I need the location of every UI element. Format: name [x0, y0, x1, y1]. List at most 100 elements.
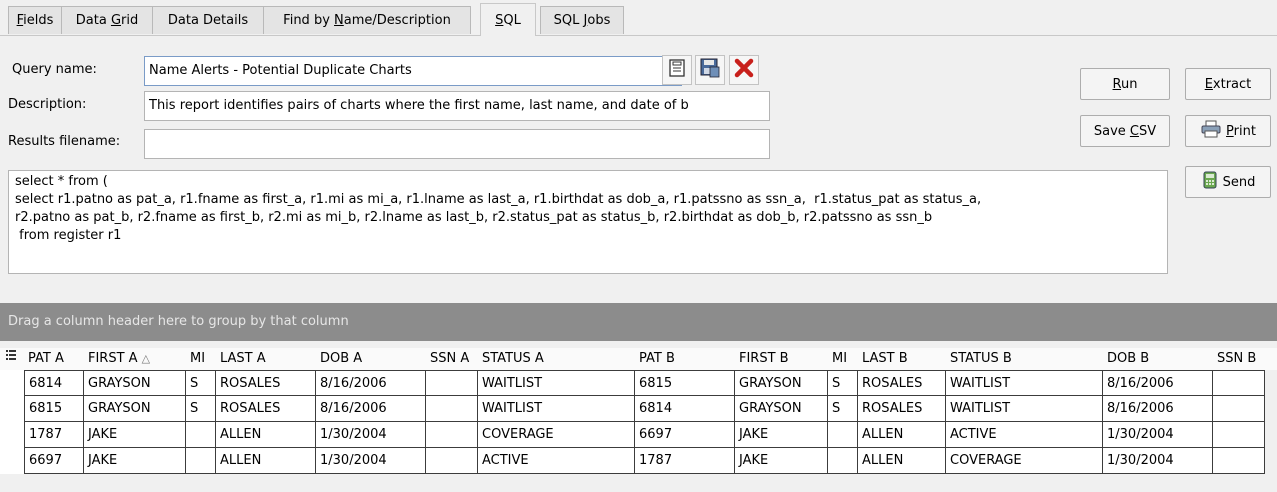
table-cell[interactable]: COVERAGE: [478, 422, 635, 448]
table-cell[interactable]: S: [186, 370, 216, 396]
table-cell[interactable]: 6697: [24, 448, 84, 474]
description-input[interactable]: This report identifies pairs of charts w…: [144, 91, 770, 121]
table-cell[interactable]: WAITLIST: [478, 396, 635, 422]
table-cell[interactable]: GRAYSON: [84, 396, 186, 422]
column-header[interactable]: LAST B: [858, 348, 946, 370]
send-button[interactable]: Send: [1185, 166, 1271, 198]
table-cell[interactable]: [426, 422, 478, 448]
table-cell[interactable]: 6814: [24, 370, 84, 396]
table-cell[interactable]: [1213, 370, 1265, 396]
tab-sql[interactable]: SQL: [480, 3, 536, 36]
table-cell[interactable]: 6815: [24, 396, 84, 422]
table-cell[interactable]: GRAYSON: [84, 370, 186, 396]
table-cell[interactable]: 1/30/2004: [316, 448, 426, 474]
table-cell[interactable]: S: [828, 396, 858, 422]
row-indicator[interactable]: [0, 396, 24, 422]
sql-editor[interactable]: select * from ( select r1.patno as pat_a…: [8, 170, 1168, 274]
button-label: Send: [1222, 174, 1256, 190]
row-indicator[interactable]: [0, 422, 24, 448]
table-cell[interactable]: [1213, 396, 1265, 422]
table-cell[interactable]: [828, 422, 858, 448]
column-chooser-icon[interactable]: [0, 348, 24, 370]
table-row[interactable]: 6815 GRAYSON S ROSALES 8/16/2006 WAITLIST 6814…: [0, 396, 1277, 422]
column-header[interactable]: MI: [828, 348, 858, 370]
results-filename-input[interactable]: [144, 129, 770, 159]
table-cell[interactable]: ROSALES: [858, 370, 946, 396]
table-cell[interactable]: ROSALES: [858, 396, 946, 422]
table-cell[interactable]: GRAYSON: [735, 370, 828, 396]
table-cell[interactable]: S: [186, 396, 216, 422]
table-cell[interactable]: [1213, 448, 1265, 474]
table-cell[interactable]: 1/30/2004: [316, 422, 426, 448]
column-header[interactable]: MI: [186, 348, 216, 370]
table-cell[interactable]: [828, 448, 858, 474]
table-cell[interactable]: ALLEN: [858, 422, 946, 448]
table-cell[interactable]: [186, 422, 216, 448]
tab-find-by-name[interactable]: Find by Name/Description: [263, 6, 471, 34]
table-cell[interactable]: WAITLIST: [946, 396, 1103, 422]
table-cell[interactable]: ALLEN: [216, 448, 316, 474]
table-cell[interactable]: [186, 448, 216, 474]
delete-query-button[interactable]: [729, 55, 759, 85]
tab-sql-jobs[interactable]: SQL Jobs: [540, 6, 624, 34]
column-header[interactable]: DOB B: [1103, 348, 1213, 370]
table-cell[interactable]: WAITLIST: [478, 370, 635, 396]
table-cell[interactable]: JAKE: [84, 422, 186, 448]
table-cell[interactable]: ACTIVE: [478, 448, 635, 474]
save-as-query-button[interactable]: [695, 55, 725, 85]
table-cell[interactable]: 8/16/2006: [316, 396, 426, 422]
table-cell[interactable]: 1/30/2004: [1103, 422, 1213, 448]
column-header[interactable]: STATUS A: [478, 348, 635, 370]
table-cell[interactable]: ALLEN: [216, 422, 316, 448]
table-row[interactable]: 6697 JAKE ALLEN 1/30/2004 ACTIVE 1787 JAKE ALLE…: [0, 448, 1277, 474]
table-cell[interactable]: JAKE: [735, 448, 828, 474]
column-header[interactable]: DOB A: [316, 348, 426, 370]
column-header[interactable]: PAT A: [24, 348, 84, 370]
table-cell[interactable]: [1213, 422, 1265, 448]
extract-button[interactable]: Extract: [1185, 68, 1271, 100]
table-cell[interactable]: ALLEN: [858, 448, 946, 474]
table-cell[interactable]: 6697: [635, 422, 735, 448]
table-row[interactable]: 6814 GRAYSON S ROSALES 8/16/2006 WAITLIST 6815…: [0, 370, 1277, 396]
column-header[interactable]: STATUS B: [946, 348, 1103, 370]
table-cell[interactable]: COVERAGE: [946, 448, 1103, 474]
table-cell[interactable]: 6815: [635, 370, 735, 396]
table-cell[interactable]: 6814: [635, 396, 735, 422]
table-cell[interactable]: [426, 396, 478, 422]
table-cell[interactable]: 8/16/2006: [316, 370, 426, 396]
table-cell[interactable]: [426, 370, 478, 396]
column-header[interactable]: FIRST B: [735, 348, 828, 370]
row-indicator[interactable]: [0, 448, 24, 474]
tab-fields[interactable]: Fields: [8, 6, 62, 34]
save-query-button[interactable]: [662, 55, 692, 85]
table-row[interactable]: 1787 JAKE ALLEN 1/30/2004 COVERAGE 6697 JAKE AL…: [0, 422, 1277, 448]
table-cell[interactable]: JAKE: [84, 448, 186, 474]
table-cell[interactable]: 8/16/2006: [1103, 370, 1213, 396]
row-indicator[interactable]: [0, 370, 24, 396]
table-cell[interactable]: 1/30/2004: [1103, 448, 1213, 474]
save-csv-button[interactable]: Save CSV: [1080, 115, 1170, 147]
table-cell[interactable]: ACTIVE: [946, 422, 1103, 448]
tab-data-grid[interactable]: Data Grid: [61, 6, 153, 34]
column-header[interactable]: SSN B: [1213, 348, 1277, 370]
group-by-area[interactable]: Drag a column header here to group by th…: [0, 303, 1277, 341]
column-header-sorted[interactable]: FIRST A △: [84, 348, 186, 370]
table-cell[interactable]: 1787: [635, 448, 735, 474]
table-cell[interactable]: 1787: [24, 422, 84, 448]
table-cell[interactable]: WAITLIST: [946, 370, 1103, 396]
table-cell[interactable]: [426, 448, 478, 474]
column-header[interactable]: PAT B: [635, 348, 735, 370]
print-button[interactable]: Print: [1185, 115, 1271, 147]
tab-data-details[interactable]: Data Details: [152, 6, 264, 34]
table-cell[interactable]: ROSALES: [216, 370, 316, 396]
table-cell[interactable]: ROSALES: [216, 396, 316, 422]
printer-icon: [1200, 120, 1222, 142]
table-cell[interactable]: S: [828, 370, 858, 396]
column-header[interactable]: LAST A: [216, 348, 316, 370]
column-header[interactable]: SSN A: [426, 348, 478, 370]
table-cell[interactable]: GRAYSON: [735, 396, 828, 422]
query-name-select[interactable]: Name Alerts - Potential Duplicate Charts: [144, 56, 682, 86]
table-cell[interactable]: 8/16/2006: [1103, 396, 1213, 422]
run-button[interactable]: Run: [1080, 68, 1170, 100]
table-cell[interactable]: JAKE: [735, 422, 828, 448]
